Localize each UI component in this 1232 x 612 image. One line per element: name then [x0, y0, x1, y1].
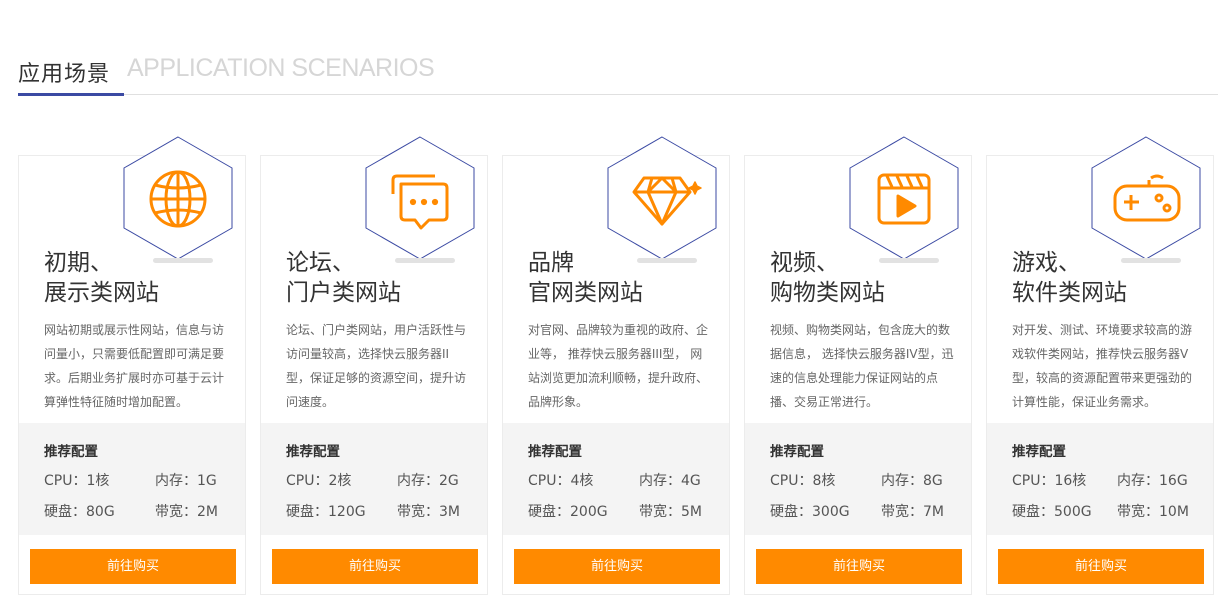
spec-cpu: CPU：8核 — [770, 473, 836, 489]
section-subtitle: APPLICATION SCENARIOS — [127, 54, 435, 82]
card-title: 视频、 购物类网站 — [770, 250, 885, 306]
globe-icon — [149, 170, 207, 228]
buy-button[interactable]: 前往购买 — [514, 549, 720, 584]
hexagon-badge — [1091, 136, 1201, 260]
hexagon-badge — [123, 136, 233, 260]
spec-bandwidth: 带宽：7M — [881, 504, 944, 520]
spec-box: 推荐配置 CPU：8核 内存：8G 硬盘：300G 带宽：7M — [745, 423, 971, 535]
card-title: 论坛、 门户类网站 — [286, 250, 401, 306]
spec-title: 推荐配置 — [1012, 444, 1066, 460]
card-title: 游戏、 软件类网站 — [1012, 250, 1127, 306]
spec-bandwidth: 带宽：10M — [1117, 504, 1189, 520]
buy-button[interactable]: 前往购买 — [756, 549, 962, 584]
spec-bandwidth: 带宽：2M — [155, 504, 218, 520]
spec-disk: 硬盘：500G — [1012, 504, 1092, 520]
scenario-card: 视频、 购物类网站 视频、购物类网站，包含庞大的数据信息， 选择快云服务器IV型… — [744, 136, 972, 595]
buy-button[interactable]: 前往购买 — [272, 549, 478, 584]
card-title: 初期、 展示类网站 — [44, 250, 159, 306]
spec-box: 推荐配置 CPU：2核 内存：2G 硬盘：120G 带宽：3M — [261, 423, 487, 535]
spec-title: 推荐配置 — [44, 444, 98, 460]
spec-cpu: CPU：1核 — [44, 473, 110, 489]
card-description: 视频、购物类网站，包含庞大的数据信息， 选择快云服务器IV型，迅速的信息处理能力… — [770, 323, 954, 409]
spec-box: 推荐配置 CPU：16核 内存：16G 硬盘：500G 带宽：10M — [987, 423, 1213, 535]
spec-disk: 硬盘：300G — [770, 504, 850, 520]
card-description: 对开发、测试、环境要求较高的游戏软件类网站，推荐快云服务器V型，较高的资源配置带… — [1012, 323, 1193, 409]
spec-box: 推荐配置 CPU：1核 内存：1G 硬盘：80G 带宽：2M — [19, 423, 245, 535]
spec-box: 推荐配置 CPU：4核 内存：4G 硬盘：200G 带宽：5M — [503, 423, 729, 535]
spec-title: 推荐配置 — [770, 444, 824, 460]
spec-cpu: CPU：4核 — [528, 473, 594, 489]
hexagon-shadow — [879, 258, 939, 263]
hexagon-shadow — [153, 258, 213, 263]
buy-button[interactable]: 前往购买 — [30, 549, 236, 584]
header-divider — [18, 94, 1218, 95]
spec-title: 推荐配置 — [528, 444, 582, 460]
scenario-card: 论坛、 门户类网站 论坛、门户类网站，用户活跃性与访问量较高，选择快云服务器II… — [260, 136, 488, 595]
card-description: 论坛、门户类网站，用户活跃性与访问量较高，选择快云服务器II型，保证足够的资源空… — [286, 323, 467, 409]
spec-disk: 硬盘：80G — [44, 504, 115, 520]
scenario-card: 游戏、 软件类网站 对开发、测试、环境要求较高的游戏软件类网站，推荐快云服务器V… — [986, 136, 1214, 595]
hexagon-badge — [365, 136, 475, 260]
spec-disk: 硬盘：120G — [286, 504, 366, 520]
spec-memory: 内存：2G — [397, 473, 459, 489]
hexagon-badge — [607, 136, 717, 260]
spec-disk: 硬盘：200G — [528, 504, 608, 520]
spec-memory: 内存：4G — [639, 473, 701, 489]
scenario-card: 品牌 官网类网站 对官网、品牌较为重视的政府、企业等， 推荐快云服务器III型，… — [502, 136, 730, 595]
buy-button[interactable]: 前往购买 — [998, 549, 1204, 584]
spec-memory: 内存：8G — [881, 473, 943, 489]
spec-cpu: CPU：16核 — [1012, 473, 1087, 489]
card-description: 对官网、品牌较为重视的政府、企业等， 推荐快云服务器III型， 网站浏览更加流利… — [528, 323, 709, 409]
header-accent-bar — [18, 93, 124, 96]
scenario-card: 初期、 展示类网站 网站初期或展示性网站，信息与访问量小，只需要低配置即可满足要… — [18, 136, 246, 595]
hexagon-shadow — [395, 258, 455, 263]
spec-bandwidth: 带宽：5M — [639, 504, 702, 520]
spec-memory: 内存：16G — [1117, 473, 1188, 489]
spec-cpu: CPU：2核 — [286, 473, 352, 489]
hexagon-badge — [849, 136, 959, 260]
section-header: 应用场景 APPLICATION SCENARIOS — [18, 52, 1218, 96]
spec-memory: 内存：1G — [155, 473, 217, 489]
hexagon-shadow — [637, 258, 697, 263]
card-description: 网站初期或展示性网站，信息与访问量小，只需要低配置即可满足要求。后期业务扩展时亦… — [44, 323, 225, 409]
card-title: 品牌 官网类网站 — [528, 250, 643, 306]
spec-bandwidth: 带宽：3M — [397, 504, 460, 520]
section-title: 应用场景 — [18, 62, 111, 87]
hexagon-shadow — [1121, 258, 1181, 263]
spec-title: 推荐配置 — [286, 444, 340, 460]
